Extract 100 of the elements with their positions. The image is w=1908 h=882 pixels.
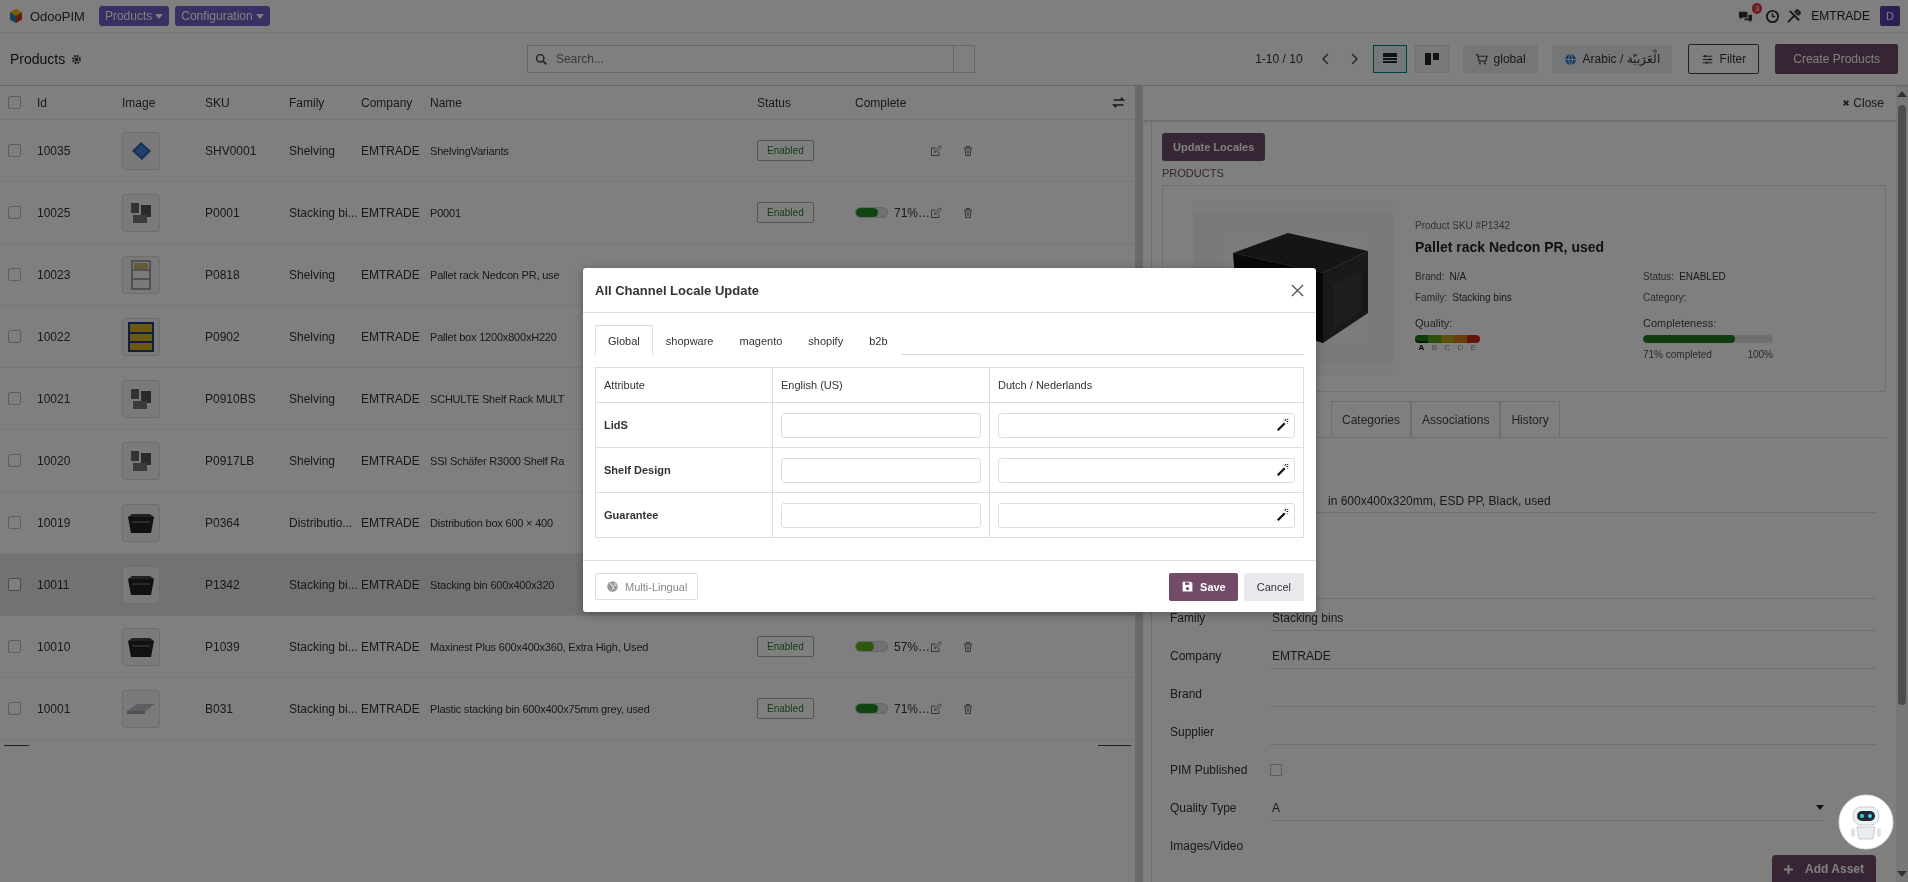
gear-icon[interactable] [71,53,83,65]
filter-button[interactable]: Filter [1687,44,1760,74]
table-cell-text: 10020 [37,453,72,468]
row-checkbox[interactable] [8,516,21,529]
checkbox[interactable] [1270,764,1282,776]
close-button[interactable]: Close [1842,96,1884,110]
column-header[interactable]: Status [757,95,855,110]
row-checkbox[interactable] [8,392,21,405]
menu-dropdown[interactable]: Products [98,6,170,26]
table-row[interactable]: 10035 SHV0001 Shelving EMTRADE ShelvingVariants Enabled [0,120,1135,182]
edit-icon[interactable] [930,144,942,157]
magic-wand-icon[interactable] [1276,463,1290,477]
input-field[interactable] [781,457,981,483]
company-name[interactable]: EMTRADE [1811,9,1870,23]
tab[interactable]: Global [595,325,653,355]
create-products-button[interactable]: Create Products [1775,44,1898,74]
grade-letter: A [1418,343,1425,353]
search-field[interactable]: Search... [526,45,953,73]
table-cell-text: EMTRADE [361,577,421,592]
user-avatar[interactable]: D [1880,6,1900,26]
table-cell: Stacking bin 600x400x320 [430,578,555,591]
progress-bar [855,641,888,652]
column-header[interactable]: Complete [855,95,930,110]
table-cell-text: Shelving [289,329,337,344]
column-header[interactable]: Id [37,95,122,110]
table-cell: Pallet box 1200x800xH220 [430,330,557,343]
row-checkbox[interactable] [8,330,21,343]
completeness-caption: 71% completed [1643,349,1712,360]
robot-drawing[interactable] [1838,794,1894,850]
search-options-toggle[interactable] [952,45,975,73]
tab[interactable]: History [1500,401,1560,437]
tools-icon[interactable] [1786,8,1802,24]
table-row[interactable]: 10025 P0001 Stacking bi... EMTRADE P0001 Enabled 71%… [0,182,1135,244]
input-field[interactable] [998,412,1295,438]
column-header: English (US) [781,379,843,391]
row-checkbox[interactable] [8,268,21,281]
chevron-right-icon[interactable] [1348,51,1359,67]
close-icon [1842,99,1851,107]
row-checkbox[interactable] [8,454,21,467]
field-label: PIM Published [1169,763,1249,777]
app-name[interactable]: OdooPIM [30,8,85,24]
column-header[interactable]: SKU [205,95,289,110]
add-asset-button[interactable]: Add Asset [1772,855,1876,882]
table-cell-text: 10021 [37,391,72,406]
table-cell-text: P0910BS [205,391,257,406]
input-field[interactable] [998,457,1295,483]
kanban-view-button[interactable] [1414,45,1449,73]
input-field[interactable] [781,412,981,438]
clock-icon[interactable] [1765,8,1781,24]
tab[interactable]: Categories [1331,401,1412,437]
row-checkbox[interactable] [8,640,21,653]
cart-icon [1474,52,1488,66]
table-cell-text: P1342 [205,577,241,592]
scope-button[interactable]: global [1462,45,1538,73]
language-button[interactable]: Arabic / الْعَرَبيّة [1551,45,1672,73]
trash-icon[interactable] [962,702,974,715]
row-checkbox[interactable] [8,702,21,715]
list-icon [1382,53,1397,65]
table-cell-text: P1039 [205,639,241,654]
select-all-checkbox[interactable] [8,96,21,109]
magic-wand-icon[interactable] [1276,418,1290,432]
logo-icon[interactable] [8,8,24,24]
input-field[interactable] [781,502,981,528]
edit-icon[interactable] [930,640,942,653]
edit-icon[interactable] [930,206,942,219]
table-cell: SSI Schäfer R3000 Shelf Ra [430,454,565,467]
caret-icon [155,13,164,19]
tab[interactable]: Associations [1411,401,1501,437]
edit-icon[interactable] [930,702,942,715]
cancel-button[interactable]: Cancel [1243,572,1304,601]
table-row[interactable]: 10010 P1039 Stacking bi... EMTRADE Maxinest Plus 600x400x360, Extra High, Used Enabled 57%… [0,616,1135,678]
trash-icon[interactable] [962,144,974,157]
column-header[interactable]: Image [122,95,205,110]
save-button[interactable]: Save [1169,572,1238,601]
table-row[interactable]: 10001 B031 Stacking bi... EMTRADE Plastic stacking bin 600x400x75mm grey, used Enabled 71%… [0,678,1135,740]
close-icon[interactable] [1291,283,1304,297]
scrollbar[interactable] [1896,86,1908,882]
chevron-left-icon[interactable] [1320,51,1331,67]
magic-wand-icon[interactable] [1276,508,1290,522]
input-field[interactable]: EMTRADE [1270,643,1876,669]
row-checkbox[interactable] [8,578,21,591]
trash-icon[interactable] [962,640,974,653]
select-field[interactable]: A [1270,795,1824,821]
table-cell-text: EMTRADE [361,267,421,282]
list-view-button[interactable] [1372,45,1407,73]
multi-lingual-button[interactable]: Multi-Lingual [595,573,699,600]
row-checkbox[interactable] [8,144,21,157]
column-header[interactable]: Family [289,95,361,110]
table-cell-text: 10035 [37,143,72,158]
trash-icon[interactable] [962,206,974,219]
completion-text: 71%… [893,205,930,220]
column-settings-icon[interactable] [1112,96,1125,109]
column-header[interactable]: Name [430,95,757,110]
row-checkbox[interactable] [8,206,21,219]
input-field[interactable] [998,502,1295,528]
update-locales-button[interactable]: Update Locales [1162,133,1266,161]
column-header[interactable]: Company [361,95,430,110]
menu-dropdown[interactable]: Configuration [175,6,270,26]
quality-label: Quality: [1415,317,1454,329]
notification-badge: 3 [1751,2,1763,14]
